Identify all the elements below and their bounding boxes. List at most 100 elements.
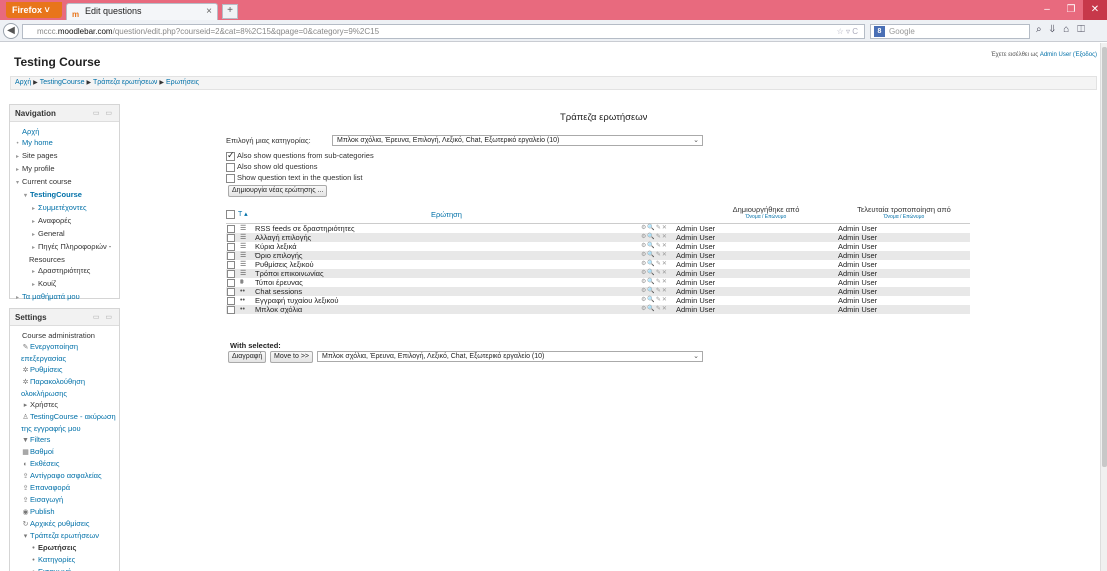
firefox-menu-button[interactable]: Firefox ˅	[6, 2, 62, 18]
settings-item-7[interactable]: ▦Βαθμοί	[13, 446, 119, 458]
row-actions-icons[interactable]: ⚙🔍✎✕	[641, 287, 668, 296]
breadcrumb-course[interactable]: TestingCourse	[40, 79, 85, 86]
nav-item-8[interactable]: ▸ General	[13, 228, 119, 241]
nav-item-4[interactable]: ▾ Current course	[13, 176, 119, 189]
row-checkbox[interactable]	[227, 242, 237, 252]
nav-item-6[interactable]: ▸ Συμμετέχοντες	[13, 202, 119, 215]
settings-item-4[interactable]: ▸ Χρήστες	[13, 399, 119, 411]
row-checkbox[interactable]	[227, 296, 237, 306]
settings-item-2[interactable]: ✲ Ρυθμίσεις	[13, 364, 119, 376]
nav-item-10[interactable]: ▸ Δραστηριότητες	[13, 265, 119, 278]
settings-item-0[interactable]: Course administration	[13, 330, 119, 341]
settings-item-9[interactable]: ⇪ Αντίγραφο ασφαλείας	[13, 470, 119, 482]
settings-item-15[interactable]: • Ερωτήσεις	[13, 542, 119, 554]
row-checkbox[interactable]	[227, 287, 237, 297]
row-actions-icons[interactable]: ⚙🔍✎✕	[641, 269, 668, 278]
settings-item-10[interactable]: ⇪ Επαναφορά	[13, 482, 119, 494]
breadcrumb-home[interactable]: Αρχή	[15, 79, 31, 86]
settings-item-5[interactable]: ♙TestingCourse - ακύρωση της εγγραφής μο…	[13, 411, 119, 434]
row-checkbox[interactable]	[227, 278, 237, 288]
maximize-icon[interactable]: ❐	[1059, 0, 1083, 20]
option-question-text[interactable]: Show question text in the question list	[226, 172, 363, 183]
row-actions-icons[interactable]: ⚙🔍✎✕	[641, 233, 668, 242]
row-checkbox[interactable]	[227, 260, 237, 270]
row-checkbox[interactable]	[227, 233, 237, 243]
settings-item-6[interactable]: ▼Filters	[13, 434, 119, 446]
settings-item-11[interactable]: ⇪ Εισαγωγή	[13, 494, 119, 506]
row-checkbox[interactable]	[227, 305, 237, 315]
toolbar-icons[interactable]: ⌕⇓⌂◫	[1036, 24, 1093, 35]
nav-item-5[interactable]: ▾ TestingCourse	[13, 189, 119, 202]
back-arrow-icon[interactable]: ◀	[3, 23, 19, 39]
row-actions-icons[interactable]: ⚙🔍✎✕	[641, 296, 668, 305]
block-controls-icon[interactable]: ▭ ▭	[93, 309, 114, 326]
question-name: Chat sessions	[255, 287, 303, 296]
new-tab-button[interactable]: +	[222, 4, 238, 19]
tab-close-icon[interactable]: ×	[206, 4, 212, 19]
search-engine-icon[interactable]: 8	[874, 26, 885, 37]
tab-edit-questions[interactable]: m Edit questions ×	[66, 3, 218, 20]
nav-item-7[interactable]: ▸ Αναφορές	[13, 215, 119, 228]
row-checkbox[interactable]	[227, 269, 237, 279]
bookmark-star-icon[interactable]: ☆ ▿ C	[837, 25, 858, 38]
select-all-checkbox[interactable]	[226, 210, 237, 220]
settings-item-17[interactable]: •Εισαγωγή	[13, 566, 119, 571]
question-text-checkbox[interactable]	[226, 173, 235, 183]
nav-item-2[interactable]: ▸ Site pages	[13, 150, 119, 163]
sort-question-link[interactable]: Ερώτηση	[431, 210, 462, 219]
option-old-questions[interactable]: Also show old questions	[226, 161, 317, 172]
nav-item-9[interactable]: ▸ Πηγές Πληροφοριών - Resources	[13, 241, 119, 265]
settings-item-1[interactable]: ✎ Ενεργοποίηση επεξεργασίας	[13, 341, 119, 364]
settings-item-label: Publish	[30, 507, 55, 516]
settings-item-13[interactable]: ↻ Αρχικές ρυθμίσεις	[13, 518, 119, 530]
table-row: ☰ Κύρια λεξικά ⚙🔍✎✕ Admin User Admin User	[226, 242, 970, 252]
modified-by-sort-link[interactable]: Όνομα / Επώνυμο	[841, 214, 967, 220]
nav-item-11[interactable]: ▸ Κουίζ	[13, 278, 119, 291]
scrollbar-thumb[interactable]	[1102, 47, 1107, 467]
settings-item-12[interactable]: ◉Publish	[13, 506, 119, 518]
question-type-icon: ☰	[240, 243, 247, 250]
nav-item-3[interactable]: ▸ My profile	[13, 163, 119, 176]
page-scrollbar[interactable]	[1100, 43, 1107, 571]
row-actions-icons[interactable]: ⚙🔍✎✕	[641, 251, 668, 260]
move-target-select[interactable]: Μπλοκ σχόλια, Έρευνα, Επιλογή, Λεξικό, C…	[317, 351, 703, 362]
block-controls-icon[interactable]: ▭ ▭	[93, 105, 114, 122]
settings-item-16[interactable]: • Κατηγορίες	[13, 554, 119, 566]
row-actions-icons[interactable]: ⚙🔍✎✕	[641, 242, 668, 251]
row-actions-icons[interactable]: ⚙🔍✎✕	[641, 305, 668, 314]
created-by-sort-link[interactable]: Όνομα / Επώνυμο	[726, 214, 806, 220]
subcategories-checkbox[interactable]	[226, 150, 235, 161]
sort-type-link[interactable]: T ▴	[238, 210, 248, 218]
option-subcategories[interactable]: Also show questions from sub-categories	[226, 150, 374, 161]
question-name: RSS feeds σε δραστηριότητες	[255, 224, 355, 233]
breadcrumb-questions[interactable]: Ερωτήσεις	[166, 79, 199, 86]
row-actions-icons[interactable]: ⚙🔍✎✕	[641, 224, 668, 233]
row-checkbox[interactable]	[227, 251, 237, 261]
row-actions-icons[interactable]: ⚙🔍✎✕	[641, 278, 668, 287]
create-question-button[interactable]: Δημιουργία νέας ερώτησης ...	[228, 185, 328, 197]
move-to-button[interactable]: Move to >>	[270, 351, 314, 363]
delete-button[interactable]: Διαγραφή	[228, 351, 267, 363]
breadcrumb-question-bank[interactable]: Τράπεζα ερωτήσεων	[93, 79, 157, 86]
settings-item-8[interactable]: ◐ Εκθέσεις	[13, 458, 119, 470]
url-bar[interactable]: mccc.moodlebar.com/question/edit.php?cou…	[22, 24, 865, 39]
question-modifier: Admin User	[838, 305, 878, 314]
settings-item-3[interactable]: ✲ Παρακολούθηση ολοκλήρωσης	[13, 376, 119, 399]
old-questions-checkbox[interactable]	[226, 162, 235, 172]
question-type-icon: ⩩	[240, 279, 244, 286]
logout-link[interactable]: (Έξοδος)	[1073, 52, 1097, 58]
question-name: Κύρια λεξικά	[255, 242, 297, 251]
close-window-icon[interactable]: ✕	[1083, 0, 1107, 20]
row-actions-icons[interactable]: ⚙🔍✎✕	[641, 260, 668, 269]
nav-item-label: My home	[22, 138, 53, 147]
row-checkbox[interactable]	[227, 224, 237, 234]
category-select[interactable]: Μπλοκ σχόλια, Έρευνα, Επιλογή, Λεξικό, C…	[332, 135, 703, 146]
nav-item-1[interactable]: • My home	[13, 137, 119, 150]
settings-item-14[interactable]: ▾ Τράπεζα ερωτήσεων	[13, 530, 119, 542]
settings-item-label: Βαθμοί	[30, 447, 54, 456]
login-user-link[interactable]: Admin User	[1040, 52, 1071, 58]
search-input[interactable]: 8 Google	[870, 24, 1030, 39]
nav-item-12[interactable]: ▸ Τα μαθήματά μου	[13, 291, 119, 304]
nav-item-0[interactable]: Αρχή	[13, 126, 119, 137]
minimize-icon[interactable]: –	[1035, 0, 1059, 20]
